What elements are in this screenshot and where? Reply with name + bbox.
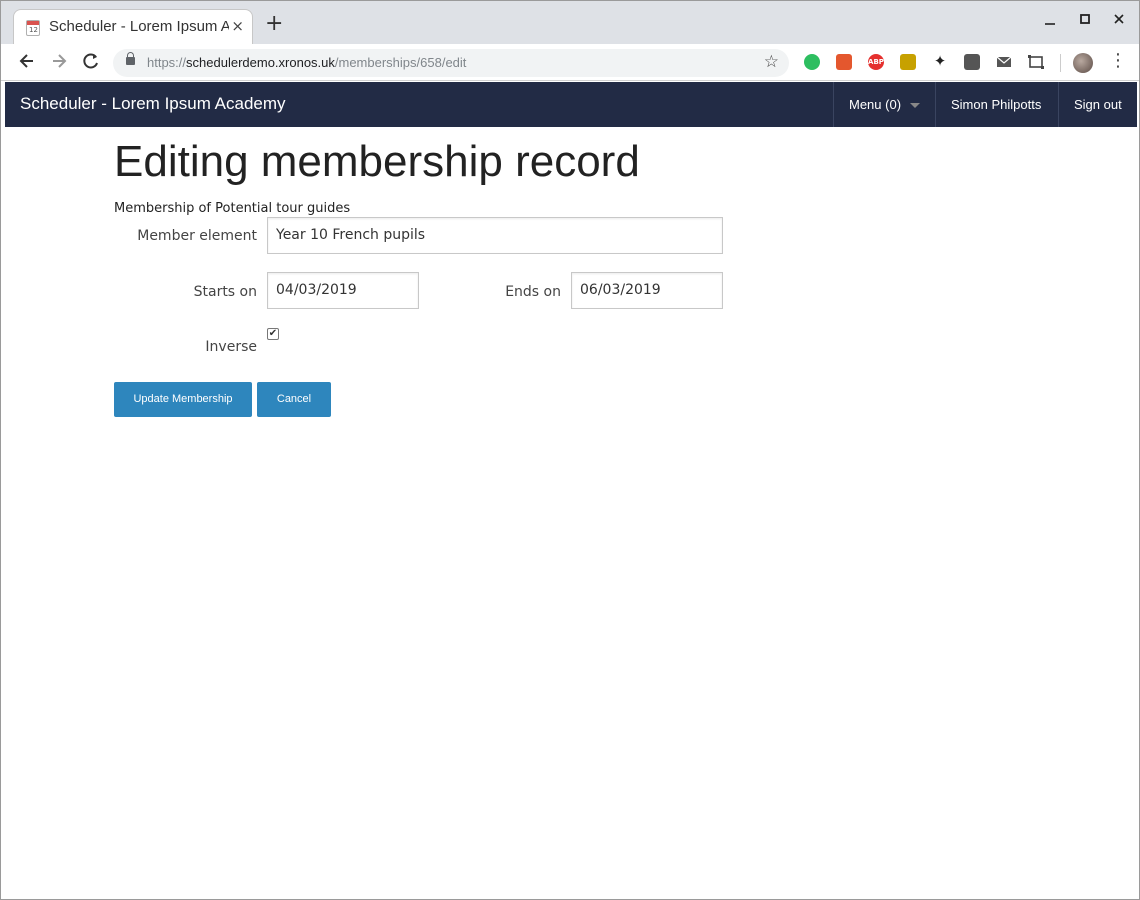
browser-menu-icon[interactable]: ⋮ (1109, 52, 1127, 70)
bookmark-star-icon[interactable]: ☆ (764, 52, 779, 72)
gnome-icon[interactable]: ✦ (932, 54, 948, 70)
starts-on-label: Starts on (193, 284, 257, 300)
chevron-down-icon (910, 103, 921, 109)
ends-on-field[interactable]: 06/03/2019 (571, 272, 723, 309)
reload-icon[interactable] (81, 51, 101, 76)
back-icon[interactable] (17, 51, 37, 76)
evernote-icon[interactable] (804, 54, 820, 70)
profile-avatar[interactable] (1073, 53, 1093, 73)
tab-title: Scheduler - Lorem Ipsum Academy (49, 18, 229, 35)
calendar-favicon-icon: 12 (26, 20, 40, 36)
sign-out-link[interactable]: Sign out (1058, 82, 1137, 127)
url-text: https://schedulerdemo.xronos.uk/membersh… (147, 55, 467, 70)
menu-label: Menu (0) (849, 97, 902, 112)
ends-on-label: Ends on (505, 284, 561, 300)
favicon-date: 12 (29, 26, 38, 34)
cancel-button[interactable]: Cancel (257, 382, 331, 417)
new-tab-button[interactable]: + (265, 13, 283, 35)
update-membership-button[interactable]: Update Membership (114, 382, 252, 417)
brand-link[interactable]: Scheduler - Lorem Ipsum Academy (20, 94, 286, 114)
inverse-label: Inverse (205, 339, 257, 355)
address-bar[interactable]: https://schedulerdemo.xronos.uk/membersh… (113, 49, 789, 77)
close-window-icon[interactable] (1113, 13, 1125, 31)
minimize-icon[interactable] (1044, 13, 1056, 31)
user-name-link[interactable]: Simon Philpotts (935, 82, 1058, 127)
extension-icon[interactable] (836, 54, 852, 70)
close-tab-icon[interactable]: × (231, 17, 244, 35)
member-element-label: Member element (137, 228, 257, 244)
app-navbar: Scheduler - Lorem Ipsum Academy Menu (0)… (5, 82, 1137, 127)
menu-dropdown[interactable]: Menu (0) (833, 82, 935, 127)
starts-on-field[interactable]: 04/03/2019 (267, 272, 419, 309)
inverse-checkbox[interactable]: ✔ (267, 328, 279, 340)
adblock-icon[interactable]: ABP (868, 54, 884, 70)
lock-icon (126, 52, 135, 65)
forward-icon[interactable] (49, 51, 69, 76)
screenshot-icon[interactable] (1028, 54, 1044, 70)
page-title: Editing membership record (114, 137, 640, 186)
lock-extension-icon[interactable] (964, 54, 980, 70)
browser-toolbar: https://schedulerdemo.xronos.uk/membersh… (1, 44, 1139, 81)
membership-subtitle: Membership of Potential tour guides (114, 201, 351, 216)
maximize-icon[interactable] (1079, 13, 1091, 31)
browser-tab[interactable]: 12 Scheduler - Lorem Ipsum Academy × (13, 9, 253, 44)
mail-icon[interactable] (996, 54, 1012, 70)
toolbar-separator (1060, 54, 1061, 72)
member-element-field[interactable]: Year 10 French pupils (267, 217, 723, 254)
house-icon[interactable] (900, 54, 916, 70)
tab-strip: 12 Scheduler - Lorem Ipsum Academy × + (1, 1, 1139, 44)
browser-window: 12 Scheduler - Lorem Ipsum Academy × + h… (0, 0, 1140, 900)
